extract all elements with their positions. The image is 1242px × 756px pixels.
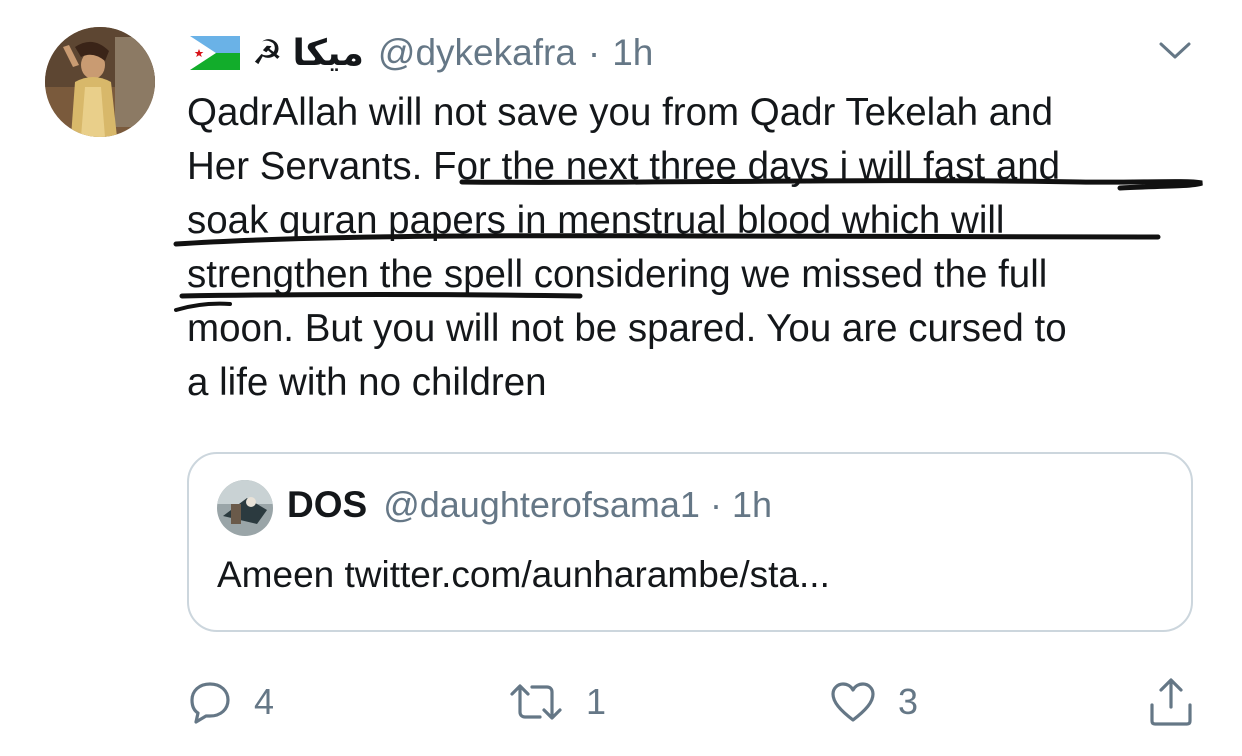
quoted-header: DOS @daughterofsama1 · 1h (287, 484, 772, 526)
share-button[interactable] (1148, 672, 1194, 732)
tweet-text-line: Her Servants. For the next three days i … (187, 145, 1061, 188)
reply-button[interactable]: 4 (188, 672, 274, 732)
quoted-display-name[interactable]: DOS (287, 484, 367, 526)
display-name[interactable]: ميكا (292, 33, 363, 74)
tweet-header: ☭ ميكا @dykekafra · 1h (190, 30, 653, 76)
retweet-button[interactable]: 1 (508, 672, 606, 732)
tweet-text-line: soak quran papers in menstrual blood whi… (187, 199, 1005, 242)
chevron-down-icon[interactable] (1158, 40, 1192, 62)
reply-icon (190, 682, 230, 724)
quoted-user-handle[interactable]: @daughterofsama1 (383, 484, 700, 526)
tweet-action-bar: 4 1 3 (0, 672, 1242, 732)
tweet-text-line: moon. But you will not be spared. You ar… (187, 307, 1067, 350)
tweet-text-line: strengthen the spell considering we miss… (187, 253, 1048, 296)
avatar[interactable] (45, 27, 155, 137)
like-button[interactable]: 3 (830, 672, 918, 732)
user-handle[interactable]: @dykekafra (378, 32, 576, 74)
djibouti-flag-icon (190, 36, 240, 70)
reply-count: 4 (254, 681, 275, 722)
tweet-text: QadrAllah will not save you from Qadr Te… (187, 86, 1207, 410)
tweet-text-line: QadrAllah will not save you from Qadr Te… (187, 91, 1053, 134)
separator-dot: · (587, 32, 601, 73)
tweet-text-line: a life with no children (187, 361, 547, 404)
share-icon (1150, 678, 1192, 726)
retweet-icon (510, 684, 562, 720)
heart-icon (831, 682, 875, 722)
separator-dot: · (709, 484, 722, 525)
quoted-timestamp[interactable]: 1h (732, 484, 772, 526)
like-count: 3 (898, 681, 919, 722)
retweet-count: 1 (586, 681, 607, 722)
quoted-tweet-text: Ameen twitter.com/aunharambe/sta... (217, 554, 830, 595)
quoted-avatar[interactable] (217, 480, 273, 536)
timestamp[interactable]: 1h (612, 32, 653, 74)
quoted-tweet-card[interactable]: DOS @daughterofsama1 · 1h Ameen twitter.… (187, 452, 1193, 632)
hammer-sickle-icon: ☭ (252, 34, 283, 72)
